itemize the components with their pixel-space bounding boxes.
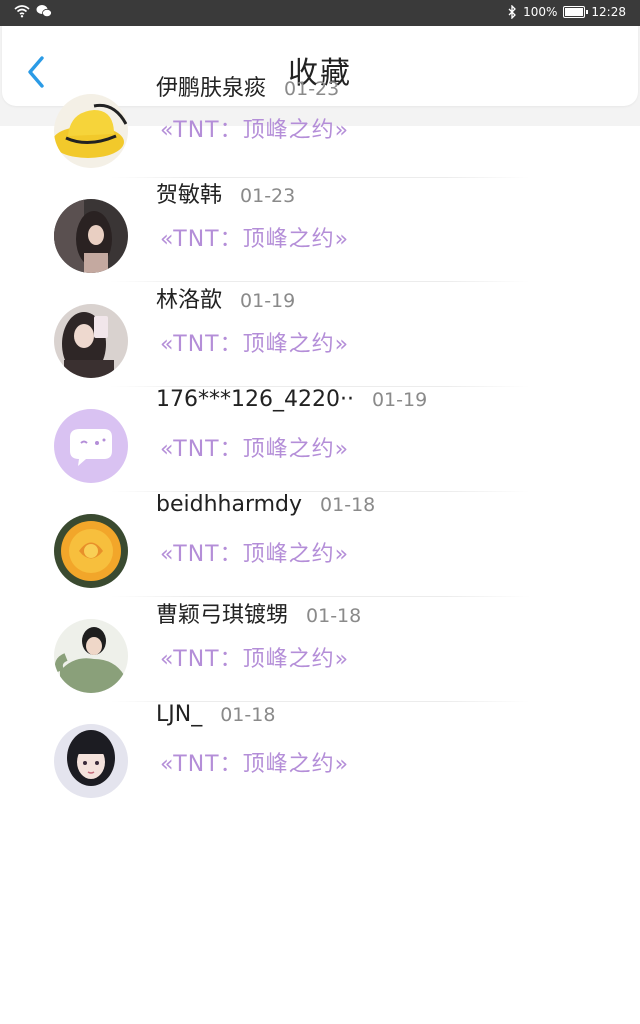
name-line: beidhharmdy 01-18 xyxy=(156,492,375,517)
avatar[interactable] xyxy=(54,724,128,798)
favorite-date: 01-23 xyxy=(284,78,340,100)
name-line: 176***126_4220·· 01-19 xyxy=(156,387,427,412)
user-name: beidhharmdy xyxy=(156,492,303,517)
avatar[interactable] xyxy=(54,199,128,273)
avatar[interactable] xyxy=(54,514,128,588)
user-name: 176***126_4220·· xyxy=(156,387,354,412)
battery-icon xyxy=(563,6,589,18)
battery-percent: 100% xyxy=(523,5,558,19)
yellow-hat-avatar-image xyxy=(54,94,128,168)
user-name: 林洛歆 xyxy=(156,288,223,313)
favorite-date: 01-19 xyxy=(371,389,428,411)
name-line: 曹颖弓琪镀甥 01-18 xyxy=(156,597,361,629)
favorite-date: 01-18 xyxy=(320,494,376,516)
status-bar: 100% 12:28 xyxy=(0,0,640,26)
anime-girl-avatar-image xyxy=(54,724,128,798)
work-title[interactable]: «TNT：顶峰之约» xyxy=(160,221,349,253)
girl-green-sweater-avatar-image xyxy=(54,619,128,693)
user-name: 曹颖弓琪镀甥 xyxy=(156,603,289,628)
avatar[interactable] xyxy=(54,619,128,693)
avatar[interactable] xyxy=(54,304,128,378)
work-title[interactable]: «TNT：顶峰之约» xyxy=(160,746,349,778)
bluetooth-icon xyxy=(508,5,517,19)
dark-hair-girl-avatar-image xyxy=(54,199,128,273)
work-title[interactable]: «TNT：顶峰之约» xyxy=(160,641,349,673)
user-name: LJN_ xyxy=(156,702,203,727)
work-title[interactable]: «TNT：顶峰之约» xyxy=(160,112,349,144)
name-line: LJN_ 01-18 xyxy=(156,702,275,727)
wechat-icon xyxy=(36,5,52,18)
favorite-date: 01-23 xyxy=(240,185,296,207)
work-title[interactable]: «TNT：顶峰之约» xyxy=(160,536,349,568)
favorite-date: 01-19 xyxy=(240,290,296,312)
user-name: 贺敏韩 xyxy=(156,183,223,208)
work-title[interactable]: «TNT：顶峰之约» xyxy=(160,431,349,463)
yellow-rose-avatar-image xyxy=(54,514,128,588)
favorites-list: 伊鹏肤泉痰 01-23 «TNT：顶峰之约» 贺敏韩 01-23 «TNT：顶峰… xyxy=(0,76,640,841)
girl-phone-selfie-avatar-image xyxy=(54,304,128,378)
clock: 12:28 xyxy=(591,5,626,19)
name-line: 贺敏韩 01-23 xyxy=(156,177,295,209)
avatar[interactable] xyxy=(54,409,128,483)
list-item[interactable]: LJN_ 01-18 «TNT：顶峰之约» xyxy=(0,702,640,841)
favorite-date: 01-18 xyxy=(220,704,276,726)
work-title[interactable]: «TNT：顶峰之约» xyxy=(160,326,349,358)
user-name: 伊鹏肤泉痰 xyxy=(156,76,267,101)
wifi-icon xyxy=(14,5,30,18)
avatar[interactable] xyxy=(54,94,128,168)
name-line: 林洛歆 01-19 xyxy=(156,282,295,314)
favorite-date: 01-18 xyxy=(306,605,362,627)
chat-bubble-icon xyxy=(54,409,128,483)
name-line: 伊鹏肤泉痰 01-23 xyxy=(156,70,339,102)
